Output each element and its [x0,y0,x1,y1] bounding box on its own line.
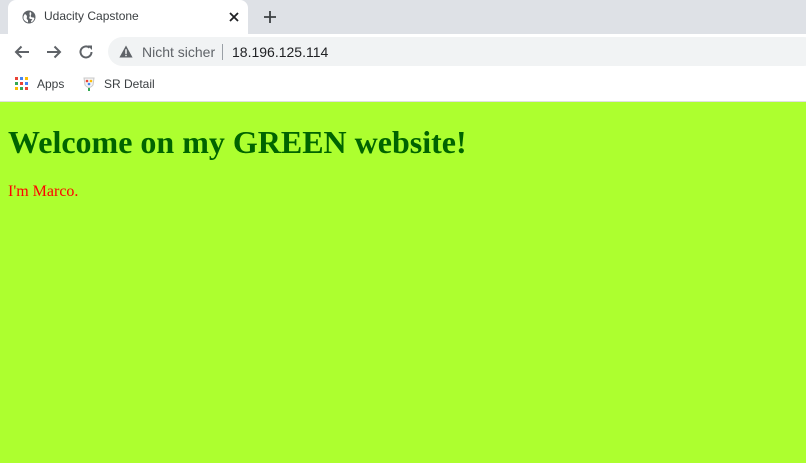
page-text: I'm Marco. [8,183,79,200]
url-text[interactable]: 18.196.125.114 [232,44,328,60]
address-separator [222,44,223,60]
arrow-left-icon[interactable] [13,43,31,61]
tab-strip: Udacity Capstone [0,0,806,34]
close-icon[interactable] [227,10,241,24]
bookmark-apps[interactable]: Apps [15,75,64,93]
apps-grid-icon [15,77,29,91]
bookmarks-bar: Apps SR Detail [0,68,806,102]
page-heading: Welcome on my GREEN website! [8,124,467,160]
sr-detail-icon [83,77,95,91]
plus-icon[interactable] [262,9,278,25]
bookmark-label: SR Detail [104,77,155,91]
bookmark-label: Apps [37,77,65,91]
arrow-right-icon[interactable] [45,43,63,61]
bookmark-sr-detail[interactable]: SR Detail [82,75,155,93]
tab-title: Udacity Capstone [44,9,139,23]
browser-toolbar: Nicht sicher 18.196.125.114 [0,34,806,68]
browser-tab[interactable]: Udacity Capstone [8,0,248,34]
globe-icon [22,10,36,24]
security-status-label[interactable]: Nicht sicher [142,44,215,60]
warning-icon [119,45,133,58]
web-page-content: Welcome on my GREEN website! I'm Marco. [0,102,806,463]
reload-icon[interactable] [77,43,95,61]
address-bar[interactable]: Nicht sicher 18.196.125.114 [108,37,806,66]
